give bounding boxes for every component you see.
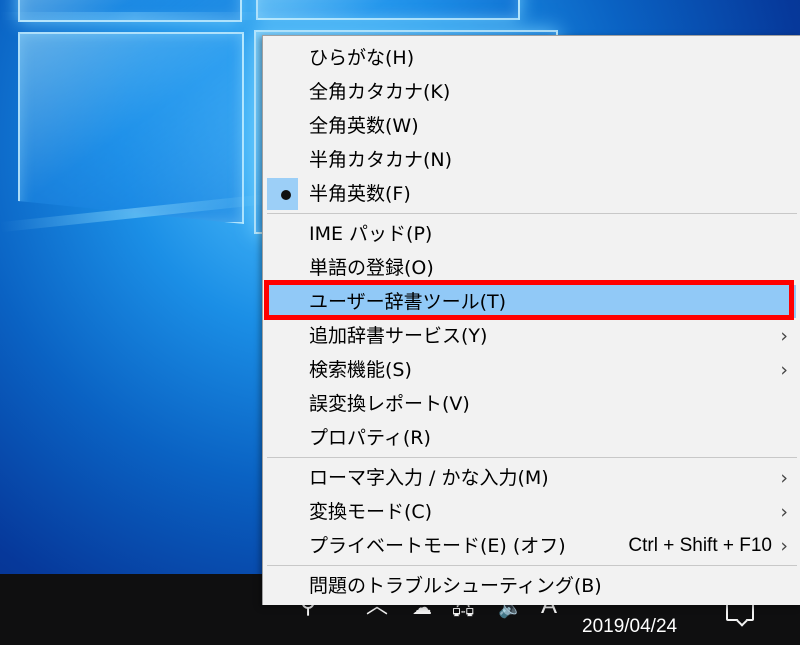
menu-item-label: 変換モード(C)	[309, 501, 433, 523]
menu-separator	[267, 457, 797, 458]
chevron-right-icon: ›	[780, 535, 788, 557]
menu-item-label: プライベートモード(E) (オフ)	[309, 535, 566, 557]
menu-item-label: 全角カタカナ(K)	[309, 81, 451, 103]
menu-item-label: 半角英数(F)	[309, 183, 411, 205]
menu-item-label: IME パッド(P)	[309, 223, 433, 245]
menu-item-label: 追加辞書サービス(Y)	[309, 325, 488, 347]
menu-item-user-dictionary-tool[interactable]: ユーザー辞書ツール(T)	[267, 285, 796, 318]
chevron-right-icon: ›	[780, 501, 788, 523]
menu-item-register-word[interactable]: 単語の登録(O)	[263, 251, 800, 285]
desktop: ⚲ ︿ ☁ 🖧 🔈 A 2019/04/24 ひらがな(H) 全角カタカナ(K)…	[0, 0, 800, 645]
menu-item-hankaku-katakana[interactable]: 半角カタカナ(N)	[263, 143, 800, 177]
ime-context-menu: ひらがな(H) 全角カタカナ(K) 全角英数(W) 半角カタカナ(N) 半角英数…	[262, 35, 800, 605]
menu-item-label: 問題のトラブルシューティング(B)	[309, 575, 602, 597]
menu-item-label: 半角カタカナ(N)	[309, 149, 453, 171]
clock-date[interactable]: 2019/04/24	[582, 616, 677, 638]
menu-item-ime-pad[interactable]: IME パッド(P)	[263, 217, 800, 251]
shortcut-label: Ctrl + Shift + F10	[628, 535, 772, 556]
menu-item-label: 検索機能(S)	[309, 359, 412, 381]
menu-item-label: ひらがな(H)	[309, 47, 415, 69]
menu-item-conversion-report[interactable]: 誤変換レポート(V)	[263, 387, 800, 421]
menu-item-input-method[interactable]: ローマ字入力 / かな入力(M) ›	[263, 461, 800, 495]
menu-item-private-mode[interactable]: プライベートモード(E) (オフ) Ctrl + Shift + F10 ›	[263, 529, 800, 563]
chevron-right-icon: ›	[780, 359, 788, 381]
menu-item-zenkaku-katakana[interactable]: 全角カタカナ(K)	[263, 75, 800, 109]
windows-logo-pane	[256, 0, 520, 20]
menu-item-hiragana[interactable]: ひらがな(H)	[263, 41, 800, 75]
menu-item-additional-dictionary[interactable]: 追加辞書サービス(Y) ›	[263, 319, 800, 353]
chevron-right-icon: ›	[780, 325, 788, 347]
menu-item-label: ユーザー辞書ツール(T)	[309, 291, 507, 313]
windows-logo-pane	[18, 32, 244, 224]
menu-item-conversion-mode[interactable]: 変換モード(C) ›	[263, 495, 800, 529]
bullet-icon	[281, 190, 291, 200]
menu-item-label: 単語の登録(O)	[309, 257, 434, 279]
menu-item-troubleshooting[interactable]: 問題のトラブルシューティング(B)	[263, 569, 800, 603]
menu-item-label: 全角英数(W)	[309, 115, 419, 137]
selected-indicator	[267, 178, 298, 210]
menu-item-label: ローマ字入力 / かな入力(M)	[309, 467, 549, 489]
menu-separator	[267, 565, 797, 566]
menu-item-hankaku-eisu[interactable]: 半角英数(F)	[263, 177, 800, 211]
menu-item-label: 誤変換レポート(V)	[309, 393, 470, 415]
windows-logo-pane	[18, 0, 242, 22]
menu-separator	[267, 213, 797, 214]
menu-item-label: プロパティ(R)	[309, 427, 431, 449]
menu-item-properties[interactable]: プロパティ(R)	[263, 421, 800, 455]
menu-item-zenkaku-eisu[interactable]: 全角英数(W)	[263, 109, 800, 143]
menu-item-search-function[interactable]: 検索機能(S) ›	[263, 353, 800, 387]
chevron-right-icon: ›	[780, 467, 788, 489]
